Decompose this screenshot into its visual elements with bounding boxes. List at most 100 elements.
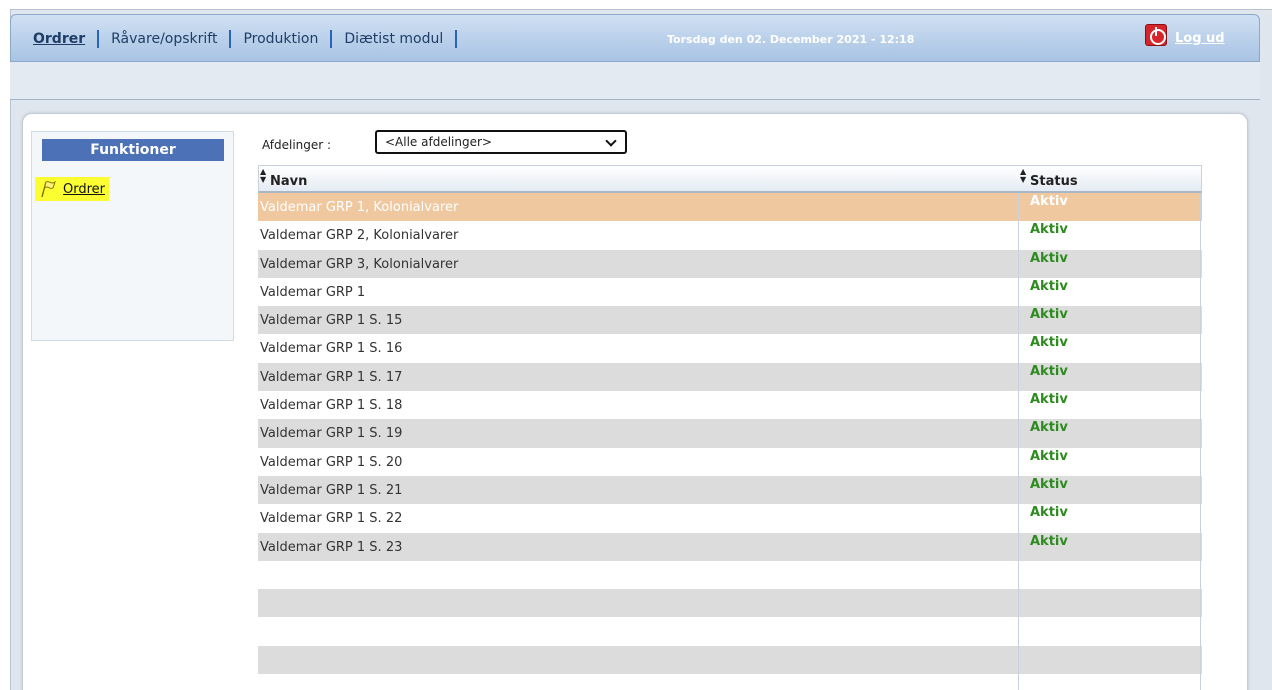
column-divider xyxy=(1200,617,1201,646)
departments-grid: ▲ ▼ Navn ▲ ▼ Status Valdemar GRP 1, Koloni… xyxy=(258,165,1202,690)
column-divider xyxy=(1018,560,1019,590)
cell-status: Aktiv xyxy=(1030,222,1068,238)
column-divider xyxy=(1018,419,1019,448)
table-row[interactable]: Valdemar GRP 1 S. 15 Aktiv xyxy=(258,306,1202,335)
table-row[interactable]: Valdemar GRP 1 S. 17 Aktiv xyxy=(258,362,1202,392)
cell-navn: Valdemar GRP 1 S. 15 xyxy=(260,313,403,329)
table-row[interactable]: Valdemar GRP 2, Kolonialvarer Aktiv xyxy=(258,221,1202,250)
cell-navn: Valdemar GRP 2, Kolonialvarer xyxy=(260,228,459,244)
sidebar-title: Funktioner xyxy=(42,139,224,161)
nav-item-ordrer[interactable]: Ordrer xyxy=(33,31,85,47)
column-divider xyxy=(1200,475,1201,505)
column-divider xyxy=(1018,447,1019,476)
current-datetime: Torsdag den 02. December 2021 - 12:18 xyxy=(667,33,915,46)
sub-toolbar xyxy=(10,62,1260,100)
column-divider xyxy=(1200,560,1201,590)
nav-separator xyxy=(330,30,333,48)
cell-navn: Valdemar GRP 1 S. 20 xyxy=(260,454,403,470)
table-row[interactable] xyxy=(258,589,1202,618)
afdelinger-label: Afdelinger : xyxy=(262,138,332,152)
column-divider xyxy=(1018,617,1019,646)
cell-status: Aktiv xyxy=(1030,363,1068,379)
cell-navn: Valdemar GRP 1 S. 18 xyxy=(260,398,403,414)
column-divider xyxy=(1200,193,1201,222)
cell-navn: Valdemar GRP 1 S. 21 xyxy=(260,482,403,498)
cell-status: Aktiv xyxy=(1030,335,1068,351)
cell-navn: Valdemar GRP 1 S. 16 xyxy=(260,341,403,357)
column-divider xyxy=(1018,674,1019,690)
column-divider xyxy=(1200,277,1201,307)
table-row[interactable]: Valdemar GRP 1, Kolonialvarer Aktiv xyxy=(258,193,1202,222)
column-divider xyxy=(1200,334,1201,363)
cell-navn: Valdemar GRP 1 S. 23 xyxy=(260,539,403,555)
column-divider xyxy=(1018,221,1019,250)
logout-link[interactable]: Log ud xyxy=(1175,31,1225,46)
cell-status: Aktiv xyxy=(1030,420,1068,436)
table-row[interactable]: Valdemar GRP 1 S. 21 Aktiv xyxy=(258,475,1202,505)
column-divider xyxy=(1200,419,1201,448)
table-row[interactable]: Valdemar GRP 1 Aktiv xyxy=(258,277,1202,307)
nav-separator xyxy=(229,30,232,48)
column-header-label: Status xyxy=(1030,174,1078,189)
table-row[interactable] xyxy=(258,645,1202,675)
column-divider xyxy=(1200,249,1201,278)
table-row[interactable]: Valdemar GRP 1 S. 22 Aktiv xyxy=(258,504,1202,533)
table-row[interactable] xyxy=(258,560,1202,590)
column-divider xyxy=(1200,221,1201,250)
cell-navn: Valdemar GRP 1 S. 19 xyxy=(260,426,403,442)
table-row[interactable]: Valdemar GRP 1 S. 16 Aktiv xyxy=(258,334,1202,363)
column-divider xyxy=(1018,334,1019,363)
sort-icon: ▲ ▼ xyxy=(260,167,267,184)
cell-status: Aktiv xyxy=(1030,307,1068,323)
table-row[interactable] xyxy=(258,674,1202,690)
cell-navn: Valdemar GRP 1 S. 22 xyxy=(260,511,403,527)
afdelinger-select[interactable]: <Alle afdelinger> xyxy=(375,130,627,154)
column-divider xyxy=(1018,306,1019,335)
table-row[interactable] xyxy=(258,617,1202,646)
column-divider xyxy=(1018,277,1019,307)
column-divider xyxy=(1018,391,1019,420)
cell-status: Aktiv xyxy=(1030,448,1068,464)
grid-body: Valdemar GRP 1, Kolonialvarer Aktiv Valdem… xyxy=(258,193,1202,690)
top-nav-bar: Ordrer Råvare/opskrift Produktion Diætis… xyxy=(10,14,1260,62)
table-row[interactable]: Valdemar GRP 1 S. 19 Aktiv xyxy=(258,419,1202,448)
column-header-label: Navn xyxy=(270,174,308,189)
sort-icon: ▲ ▼ xyxy=(1020,167,1027,184)
nav-item-raavare-opskrift[interactable]: Råvare/opskrift xyxy=(111,31,217,47)
cell-navn: Valdemar GRP 1 S. 17 xyxy=(260,369,403,385)
column-divider xyxy=(1018,504,1019,533)
nav-item-diaetist-modul[interactable]: Diætist modul xyxy=(344,31,443,47)
flag-icon xyxy=(39,180,59,198)
afdelinger-selected-value: <Alle afdelinger> xyxy=(385,135,492,149)
cell-status: Aktiv xyxy=(1030,392,1068,408)
column-divider xyxy=(1018,362,1019,392)
column-divider xyxy=(1018,249,1019,278)
nav-separator xyxy=(97,30,100,48)
column-divider xyxy=(1200,674,1201,690)
power-icon[interactable] xyxy=(1145,24,1167,46)
chevron-down-icon xyxy=(605,135,617,147)
table-row[interactable]: Valdemar GRP 1 S. 20 Aktiv xyxy=(258,447,1202,476)
column-header-navn[interactable]: ▲ ▼ Navn xyxy=(259,166,1009,192)
column-header-status[interactable]: ▲ ▼ Status xyxy=(1019,166,1203,192)
column-divider xyxy=(1200,362,1201,392)
cell-status: Aktiv xyxy=(1030,278,1068,294)
cell-status: Aktiv xyxy=(1030,194,1068,209)
column-divider xyxy=(1018,645,1019,675)
column-divider xyxy=(1200,306,1201,335)
column-divider xyxy=(1200,589,1201,618)
column-divider xyxy=(1200,391,1201,420)
grid-header: ▲ ▼ Navn ▲ ▼ Status xyxy=(258,165,1202,193)
column-divider xyxy=(1018,532,1019,561)
cell-navn: Valdemar GRP 1, Kolonialvarer xyxy=(260,200,459,215)
sidebar-item-label: Ordrer xyxy=(63,181,106,197)
column-divider xyxy=(1200,504,1201,533)
main-nav: Ordrer Råvare/opskrift Produktion Diætis… xyxy=(33,30,469,48)
table-row[interactable]: Valdemar GRP 1 S. 23 Aktiv xyxy=(258,532,1202,561)
nav-item-produktion[interactable]: Produktion xyxy=(243,31,318,47)
nav-separator xyxy=(455,30,458,48)
table-row[interactable]: Valdemar GRP 1 S. 18 Aktiv xyxy=(258,391,1202,420)
table-row[interactable]: Valdemar GRP 3, Kolonialvarer Aktiv xyxy=(258,249,1202,278)
sidebar-item-ordrer[interactable]: Ordrer xyxy=(35,177,110,201)
cell-status: Aktiv xyxy=(1030,505,1068,521)
